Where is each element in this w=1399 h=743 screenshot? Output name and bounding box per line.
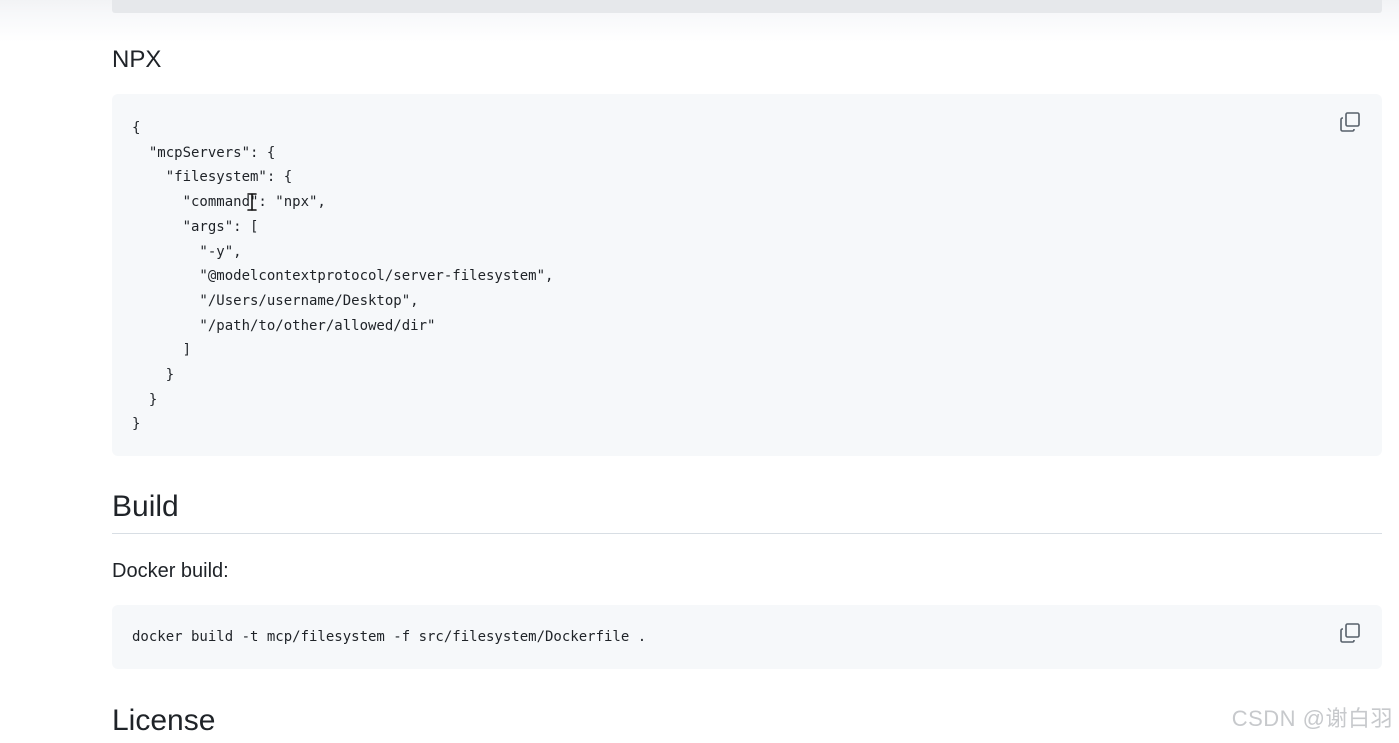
- code-line: }: [132, 391, 158, 408]
- npx-config-code-block[interactable]: { "mcpServers": { "filesystem": { "comma…: [112, 94, 1382, 456]
- copy-button[interactable]: [1338, 110, 1362, 134]
- docker-build-command[interactable]: docker build -t mcp/filesystem -f src/fi…: [132, 625, 646, 650]
- code-line: }: [132, 416, 141, 433]
- npx-heading: NPX: [112, 46, 162, 73]
- previous-code-block-edge: [112, 0, 1382, 13]
- code-line: {: [132, 120, 141, 136]
- code-line: ]: [132, 342, 192, 359]
- csdn-watermark: CSDN @谢白羽: [1231, 706, 1393, 731]
- code-line: "command": "npx",: [132, 194, 326, 211]
- code-line: "/path/to/other/allowed/dir": [132, 317, 436, 334]
- copy-icon: [1338, 110, 1362, 134]
- license-heading: License: [112, 704, 216, 737]
- code-line: }: [132, 367, 175, 384]
- npx-config-code[interactable]: { "mcpServers": { "filesystem": { "comma…: [132, 116, 553, 437]
- code-line: "filesystem": {: [132, 169, 293, 186]
- code-line: "args": [: [132, 218, 259, 235]
- docker-build-code-block[interactable]: docker build -t mcp/filesystem -f src/fi…: [112, 605, 1382, 669]
- copy-icon: [1338, 621, 1362, 645]
- text-cursor-icon: [246, 192, 258, 212]
- code-line: "/Users/username/Desktop",: [132, 292, 419, 309]
- copy-button[interactable]: [1338, 621, 1362, 645]
- docker-build-text: Docker build:: [112, 560, 229, 582]
- code-line: "mcpServers": {: [132, 144, 276, 161]
- heading-divider: [112, 533, 1382, 534]
- code-line: "@modelcontextprotocol/server-filesystem…: [132, 268, 554, 285]
- code-line: "-y",: [132, 243, 242, 260]
- readme-page: NPX { "mcpServers": { "filesystem": { "c…: [0, 0, 1399, 743]
- build-heading: Build: [112, 490, 179, 523]
